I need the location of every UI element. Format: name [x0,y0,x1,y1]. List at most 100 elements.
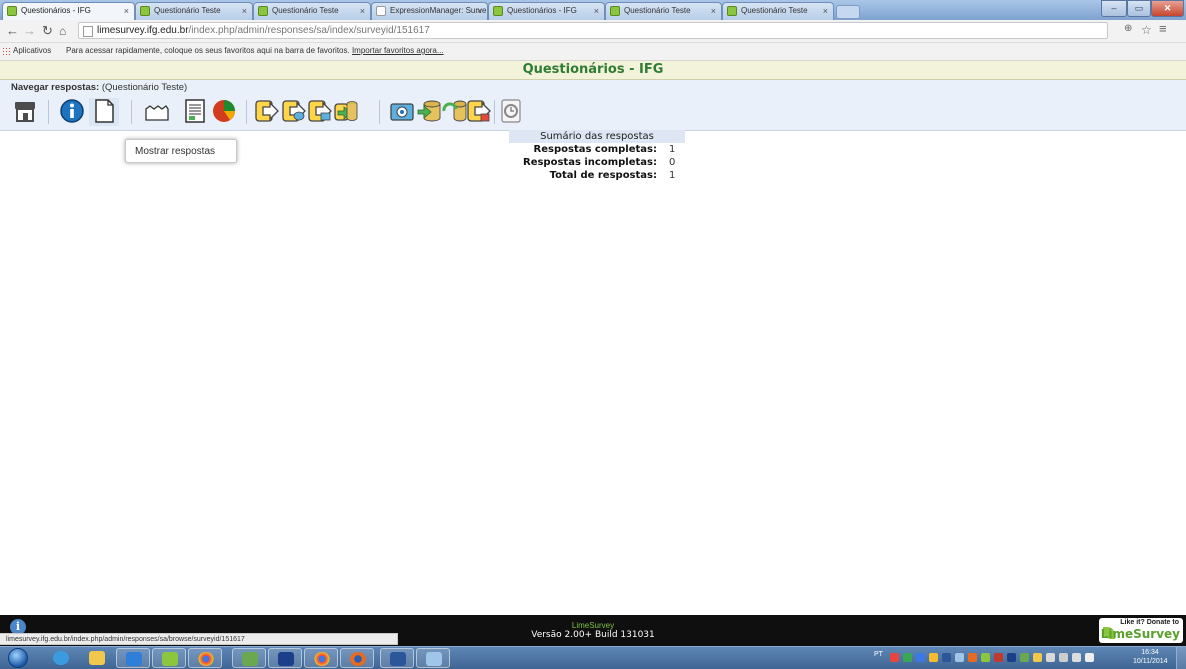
tab-2[interactable]: Questionário Teste × [135,2,253,20]
close-tab-icon[interactable]: × [823,3,828,19]
tab-title: Questionário Teste [154,6,221,15]
summary-info-icon[interactable] [59,98,85,124]
pie-chart-icon[interactable] [211,98,237,124]
tooltip: Mostrar respostas [125,139,237,163]
taskbar-chrome-1[interactable] [188,648,222,668]
taskbar-ie[interactable] [44,648,78,668]
responses-toolbar: Navegar respostas: (Questionário Teste) [0,80,1186,131]
bookmark-star-icon[interactable]: ☆ [1141,23,1152,37]
footer-brand-link[interactable]: LimeSurvey [0,621,1186,630]
volume-icon[interactable] [1085,653,1094,662]
tray-icon[interactable] [981,653,990,662]
bookmarks-hint-text: Para acessar rapidamente, coloque os seu… [66,46,350,55]
tray-icon[interactable] [968,653,977,662]
export-r-icon[interactable] [307,98,333,124]
minimize-button[interactable]: ‒ [1101,0,1127,17]
new-tab-button[interactable] [836,5,860,19]
taskbar-chrome-2[interactable] [304,648,338,668]
tray-icon[interactable] [955,653,964,662]
tray-icon[interactable] [890,653,899,662]
close-tab-icon[interactable]: × [594,3,599,19]
limesurvey-favicon-icon [258,6,268,16]
system-tray [873,650,1133,666]
taskbar-app-11[interactable] [416,648,450,668]
app-icon [162,652,178,666]
browse-responses-title: Navegar respostas: (Questionário Teste) [11,82,187,93]
donate-button[interactable]: Like it? Donate to LimeSurvey [1099,618,1183,643]
tab-4[interactable]: ExpressionManager: Surve × [371,2,488,20]
export-spss-icon[interactable] [281,98,307,124]
chrome-icon [314,652,330,666]
close-tab-icon[interactable]: × [477,3,482,19]
tab-title: Questionário Teste [624,6,691,15]
iterate-survey-icon[interactable] [442,98,468,124]
home-icon[interactable]: ⌂ [59,23,66,39]
summary-label: Respostas incompletas: [523,157,657,168]
limesurvey-favicon-icon [140,6,150,16]
view-saved-icon[interactable] [389,98,415,124]
taskbar-app-3[interactable] [116,648,150,668]
menu-icon[interactable]: ≡ [1159,21,1167,36]
taskbar-app-7[interactable] [268,648,302,668]
toolbar-separator [48,100,49,124]
page-title: Questionários - IFG [0,61,1186,80]
close-tab-icon[interactable]: × [124,3,129,19]
export-pdf-icon[interactable] [466,98,492,124]
tray-icon[interactable] [994,653,1003,662]
apps-label[interactable]: Aplicativos [13,43,51,59]
tab-5[interactable]: Questionários - IFG × [488,2,605,20]
start-button[interactable] [8,648,28,668]
tray-icon[interactable] [903,653,912,662]
summary-row: Respostas completas: 1 [509,143,685,156]
tray-icon[interactable] [942,653,951,662]
tray-icon[interactable] [1007,653,1016,662]
import-bookmarks-link[interactable]: Importar favoritos agora... [352,46,444,55]
reload-icon[interactable]: ↻ [42,23,53,39]
taskbar-word[interactable] [380,648,414,668]
address-bar[interactable]: limesurvey.ifg.edu.br/index.php/admin/re… [78,22,1108,39]
tab-6[interactable]: Questionário Teste × [605,2,722,20]
response-summary-table: Sumário das respostas Respostas completa… [509,130,685,182]
tray-icon[interactable] [1033,653,1042,662]
close-tab-icon[interactable]: × [360,3,365,19]
tab-7[interactable]: Questionário Teste × [722,2,834,20]
close-window-button[interactable]: ✕ [1151,0,1184,17]
network-icon[interactable] [1072,653,1081,662]
taskbar-firefox[interactable] [340,648,374,668]
display-responses-icon[interactable] [91,98,117,124]
statistics-document-icon[interactable] [182,98,208,124]
zoom-icon[interactable]: ⊕ [1124,23,1132,34]
tray-icon[interactable] [1046,653,1055,662]
maximize-button[interactable]: ▭ [1127,0,1151,17]
taskbar-explorer[interactable] [80,648,114,668]
internet-explorer-icon [53,651,69,665]
tab-3[interactable]: Questionário Teste × [253,2,371,20]
show-desktop-button[interactable] [1176,647,1186,669]
survey-name: (Questionário Teste) [101,82,188,93]
tab-1[interactable]: Questionários - IFG × [2,2,135,20]
page-icon [83,26,93,37]
tray-icon[interactable] [1020,653,1029,662]
data-entry-icon[interactable] [144,98,170,124]
tab-title: Questionários - IFG [21,6,91,15]
taskbar-app-6[interactable] [232,648,266,668]
tray-icon[interactable] [929,653,938,662]
time-statistics-icon[interactable] [498,98,524,124]
firefox-icon [350,652,366,666]
forward-arrow-icon[interactable]: → [23,23,36,39]
chrome-icon [198,652,214,666]
back-arrow-icon[interactable]: ← [6,23,19,39]
apps-icon[interactable] [2,47,10,55]
clock[interactable]: 16:34 10/11/2014 [1133,648,1168,666]
export-vv-icon[interactable] [333,98,359,124]
flag-icon[interactable] [1059,653,1068,662]
tray-icon[interactable] [916,653,925,662]
taskbar-app-4[interactable] [152,648,186,668]
import-responses-icon[interactable] [416,98,442,124]
close-tab-icon[interactable]: × [711,3,716,19]
close-tab-icon[interactable]: × [242,3,247,19]
summary-value: 1 [669,170,676,181]
word-icon [390,652,406,666]
admin-home-icon[interactable] [12,98,38,124]
export-icon[interactable] [254,98,280,124]
